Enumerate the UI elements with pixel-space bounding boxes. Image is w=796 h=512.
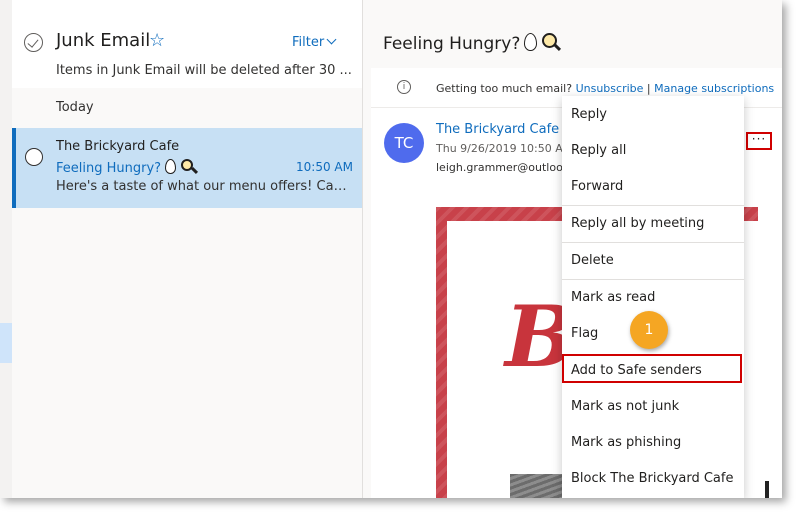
manage-subscriptions-link[interactable]: Manage subscriptions [654,82,774,95]
selected-indicator [12,128,16,208]
folder-title: Junk Email [56,30,151,51]
frying-pan-emoji-icon [542,33,562,52]
message-subject: Feeling Hungry? [56,159,199,176]
filter-button[interactable]: Filter [292,34,337,50]
sent-date: Thu 9/26/2019 10:50 AM [436,142,573,155]
message-preview: Here's a taste of what our menu offers! … [56,179,348,194]
message-select-radio[interactable] [25,148,43,166]
notice-separator: | [646,82,651,95]
outlook-window: Junk Email ☆ Filter Items in Junk Email … [0,0,782,498]
nav-strip [0,0,12,498]
junk-info-text: Items in Junk Email will be deleted afte… [56,63,352,78]
menu-separator [562,242,744,243]
message-time: 10:50 AM [296,160,353,174]
frying-pan-emoji-icon [181,159,199,175]
menu-separator [562,205,744,206]
hero-photo-edge [765,481,769,498]
filter-label: Filter [292,35,325,50]
notice-text: Getting too much email? Unsubscribe | Ma… [436,82,774,95]
safe-senders-highlight-box [562,354,742,383]
egg-emoji-icon [165,159,177,174]
menu-item-reply-all[interactable]: Reply all [562,141,744,161]
select-all-check-icon[interactable] [24,33,43,52]
message-subject-text: Feeling Hungry? [56,161,162,176]
sender-avatar[interactable]: TC [384,123,424,163]
menu-separator [562,279,744,280]
reading-title: Feeling Hungry? [383,33,562,54]
more-actions-button[interactable]: ··· [746,132,772,150]
more-actions-menu: Reply Reply all Forward Reply all by mee… [562,96,744,498]
message-list-item[interactable]: The Brickyard Cafe Feeling Hungry? 10:50… [12,128,362,208]
group-header-today: Today [56,100,94,115]
notice-prefix: Getting too much email? [436,82,573,95]
menu-item-mark-as-phishing[interactable]: Mark as phishing [562,433,744,453]
menu-item-reply-all-by-meeting[interactable]: Reply all by meeting [562,214,744,234]
info-icon: i [397,80,411,94]
sender-email: leigh.grammer@outlook [436,161,570,174]
reading-title-text: Feeling Hungry? [383,34,521,54]
message-sender: The Brickyard Cafe [56,139,180,154]
menu-item-reply[interactable]: Reply [562,105,744,125]
egg-emoji-icon [524,33,538,51]
step-number-badge: 1 [630,311,668,349]
unsubscribe-link[interactable]: Unsubscribe [576,82,644,95]
menu-item-block-sender[interactable]: Block The Brickyard Cafe [562,469,744,489]
menu-item-delete[interactable]: Delete [562,251,744,271]
message-list-pane: Junk Email ☆ Filter Items in Junk Email … [12,0,362,498]
nav-strip-selected[interactable] [0,323,12,363]
menu-item-forward[interactable]: Forward [562,177,744,197]
menu-item-mark-as-not-junk[interactable]: Mark as not junk [562,397,744,417]
chevron-down-icon [326,34,337,45]
list-header: Junk Email ☆ Filter Items in Junk Email … [12,0,362,88]
menu-item-mark-as-read[interactable]: Mark as read [562,288,744,308]
star-icon[interactable]: ☆ [149,30,165,51]
sender-name[interactable]: The Brickyard Cafe [436,122,559,137]
